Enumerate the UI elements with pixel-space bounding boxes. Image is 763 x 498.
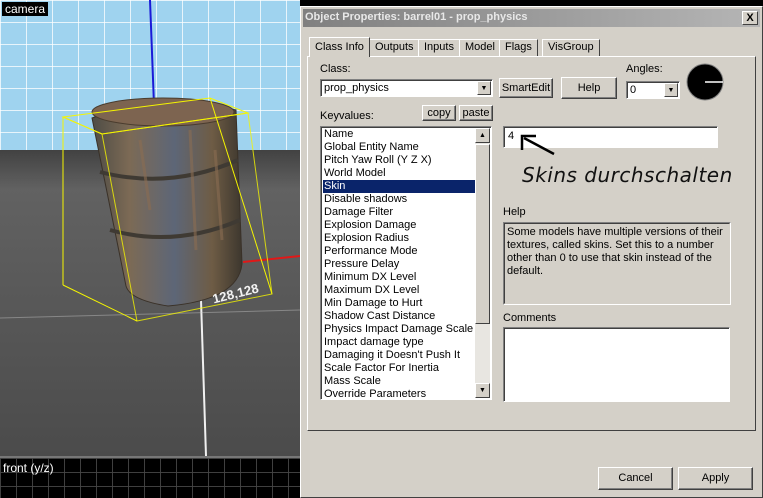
tab-model[interactable]: Model <box>459 39 501 56</box>
help-section-label: Help <box>503 206 526 218</box>
tab-class-info[interactable]: Class Info <box>309 37 370 57</box>
dialog-title: Object Properties: barrel01 - prop_physi… <box>305 11 528 23</box>
z-axis-line <box>149 0 155 106</box>
keyvalues-items: Name Global Entity Name Pitch Yaw Roll (… <box>323 128 478 401</box>
list-item[interactable]: Pressure Delay <box>323 258 478 271</box>
list-item[interactable]: Override Parameters <box>323 388 478 401</box>
annotation-text: Skins durchschalten <box>522 163 733 187</box>
keyvalue-value: 4 <box>508 130 515 142</box>
help-text-box: Some models have multiple versions of th… <box>503 222 731 305</box>
tab-flags[interactable]: Flags <box>499 39 538 56</box>
close-button[interactable]: X <box>742 11 758 25</box>
dropdown-arrow-icon: ▼ <box>477 81 491 95</box>
object-properties-dialog: Object Properties: barrel01 - prop_physi… <box>300 6 763 498</box>
list-item[interactable]: Physics Impact Damage Scale <box>323 323 478 336</box>
scroll-down-icon[interactable]: ▼ <box>475 383 490 398</box>
list-item[interactable]: Explosion Radius <box>323 232 478 245</box>
apply-button[interactable]: Apply <box>678 467 753 490</box>
dropdown-arrow-icon: ▼ <box>664 83 678 97</box>
keyvalues-label: Keyvalues: <box>320 110 374 122</box>
angle-picker-dial[interactable] <box>685 62 725 102</box>
smartedit-button[interactable]: SmartEdit <box>499 78 553 98</box>
list-item[interactable]: World Model <box>323 167 478 180</box>
class-value: prop_physics <box>324 82 389 94</box>
list-item[interactable]: Minimum DX Level <box>323 271 478 284</box>
x-axis-line <box>242 255 300 263</box>
list-item[interactable]: Min Damage to Hurt <box>323 297 478 310</box>
comments-label: Comments <box>503 312 557 324</box>
list-item[interactable]: Disable shadows <box>323 193 478 206</box>
class-dropdown[interactable]: prop_physics ▼ <box>320 79 493 97</box>
angles-label: Angles: <box>626 63 663 75</box>
comments-field[interactable] <box>503 327 730 402</box>
y-axis-line <box>200 299 207 456</box>
list-item[interactable]: Damaging it Doesn't Push It <box>323 349 478 362</box>
paste-button[interactable]: paste <box>459 105 493 121</box>
list-item[interactable]: Damage Filter <box>323 206 478 219</box>
scene-drawing <box>0 0 300 456</box>
dialog-titlebar[interactable]: Object Properties: barrel01 - prop_physi… <box>303 9 760 27</box>
list-item-selected[interactable]: Skin <box>323 180 478 193</box>
list-item[interactable]: Global Entity Name <box>323 141 478 154</box>
cancel-button[interactable]: Cancel <box>598 467 673 490</box>
tab-inputs[interactable]: Inputs <box>418 39 460 56</box>
help-button[interactable]: Help <box>561 77 617 99</box>
front-viewport-label: front (y/z) <box>3 461 54 475</box>
list-item[interactable]: Performance Mode <box>323 245 478 258</box>
list-item[interactable]: Explosion Damage <box>323 219 478 232</box>
list-item[interactable]: Shadow Cast Distance <box>323 310 478 323</box>
scroll-thumb[interactable] <box>475 144 490 324</box>
scroll-up-icon[interactable]: ▲ <box>475 128 490 143</box>
list-item[interactable]: Pitch Yaw Roll (Y Z X) <box>323 154 478 167</box>
front-viewport[interactable]: front (y/z) <box>0 456 300 498</box>
keyvalues-list[interactable]: Name Global Entity Name Pitch Yaw Roll (… <box>320 126 492 400</box>
list-item[interactable]: Maximum DX Level <box>323 284 478 297</box>
angles-dropdown[interactable]: 0 ▼ <box>626 81 680 99</box>
help-text: Some models have multiple versions of th… <box>507 226 723 277</box>
list-item[interactable]: Mass Scale <box>323 375 478 388</box>
tab-outputs[interactable]: Outputs <box>369 39 420 56</box>
list-item[interactable]: Name <box>323 128 478 141</box>
annotation-arrow-icon <box>520 134 555 156</box>
copy-button[interactable]: copy <box>422 105 456 121</box>
list-item[interactable]: Impact damage type <box>323 336 478 349</box>
list-item[interactable]: Scale Factor For Inertia <box>323 362 478 375</box>
angles-value: 0 <box>630 84 637 96</box>
keyvalues-scrollbar[interactable]: ▲ ▼ <box>475 128 490 398</box>
camera-viewport-label: camera <box>2 2 49 16</box>
tab-visgroup[interactable]: VisGroup <box>542 39 600 56</box>
class-label: Class: <box>320 63 351 75</box>
camera-viewport[interactable]: camera 128,128 <box>0 0 300 456</box>
